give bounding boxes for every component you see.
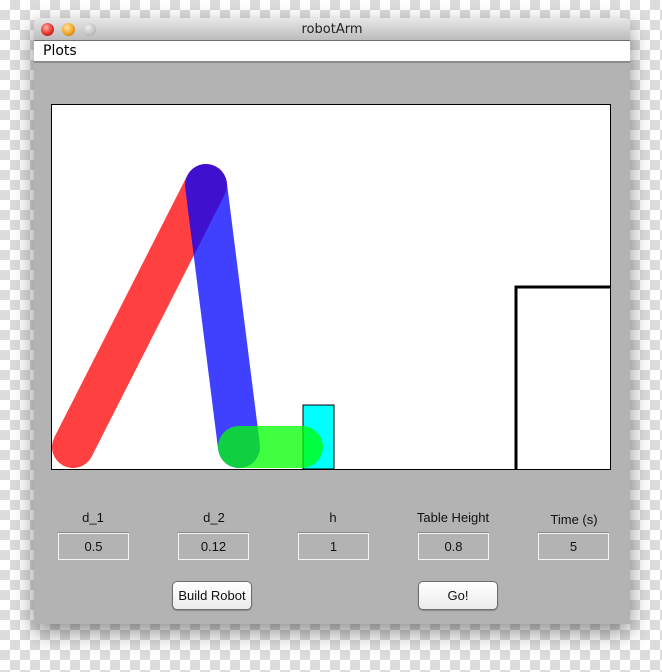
table-outline xyxy=(514,285,610,469)
menu-plots[interactable]: Plots xyxy=(43,43,77,59)
robot-plot-canvas xyxy=(52,164,610,469)
window-title: robotArm xyxy=(301,22,363,37)
d1-input[interactable]: 0.5 xyxy=(58,533,129,560)
time-label: Time (s) xyxy=(550,512,598,527)
link-1 xyxy=(52,164,227,468)
d2-label: d_2 xyxy=(203,510,225,525)
d1-label: d_1 xyxy=(82,510,104,525)
table-height-label: Table Height xyxy=(416,510,490,525)
h-label: h xyxy=(329,510,337,525)
h-input[interactable]: 1 xyxy=(298,533,369,560)
robot-arm-window: robotArm Plots d_1 0.5 d_2 0.12 h 1 Tabl… xyxy=(34,18,630,624)
table-height-input[interactable]: 0.8 xyxy=(418,533,489,560)
build-robot-button[interactable]: Build Robot xyxy=(172,581,252,610)
go-button[interactable]: Go! xyxy=(418,581,498,610)
robot-plot-axes xyxy=(51,104,611,470)
time-input[interactable]: 5 xyxy=(538,533,609,560)
menu-bar: Plots xyxy=(34,41,630,63)
link-2 xyxy=(185,164,260,468)
d2-input[interactable]: 0.12 xyxy=(178,533,249,560)
title-bar[interactable]: robotArm xyxy=(34,18,630,41)
